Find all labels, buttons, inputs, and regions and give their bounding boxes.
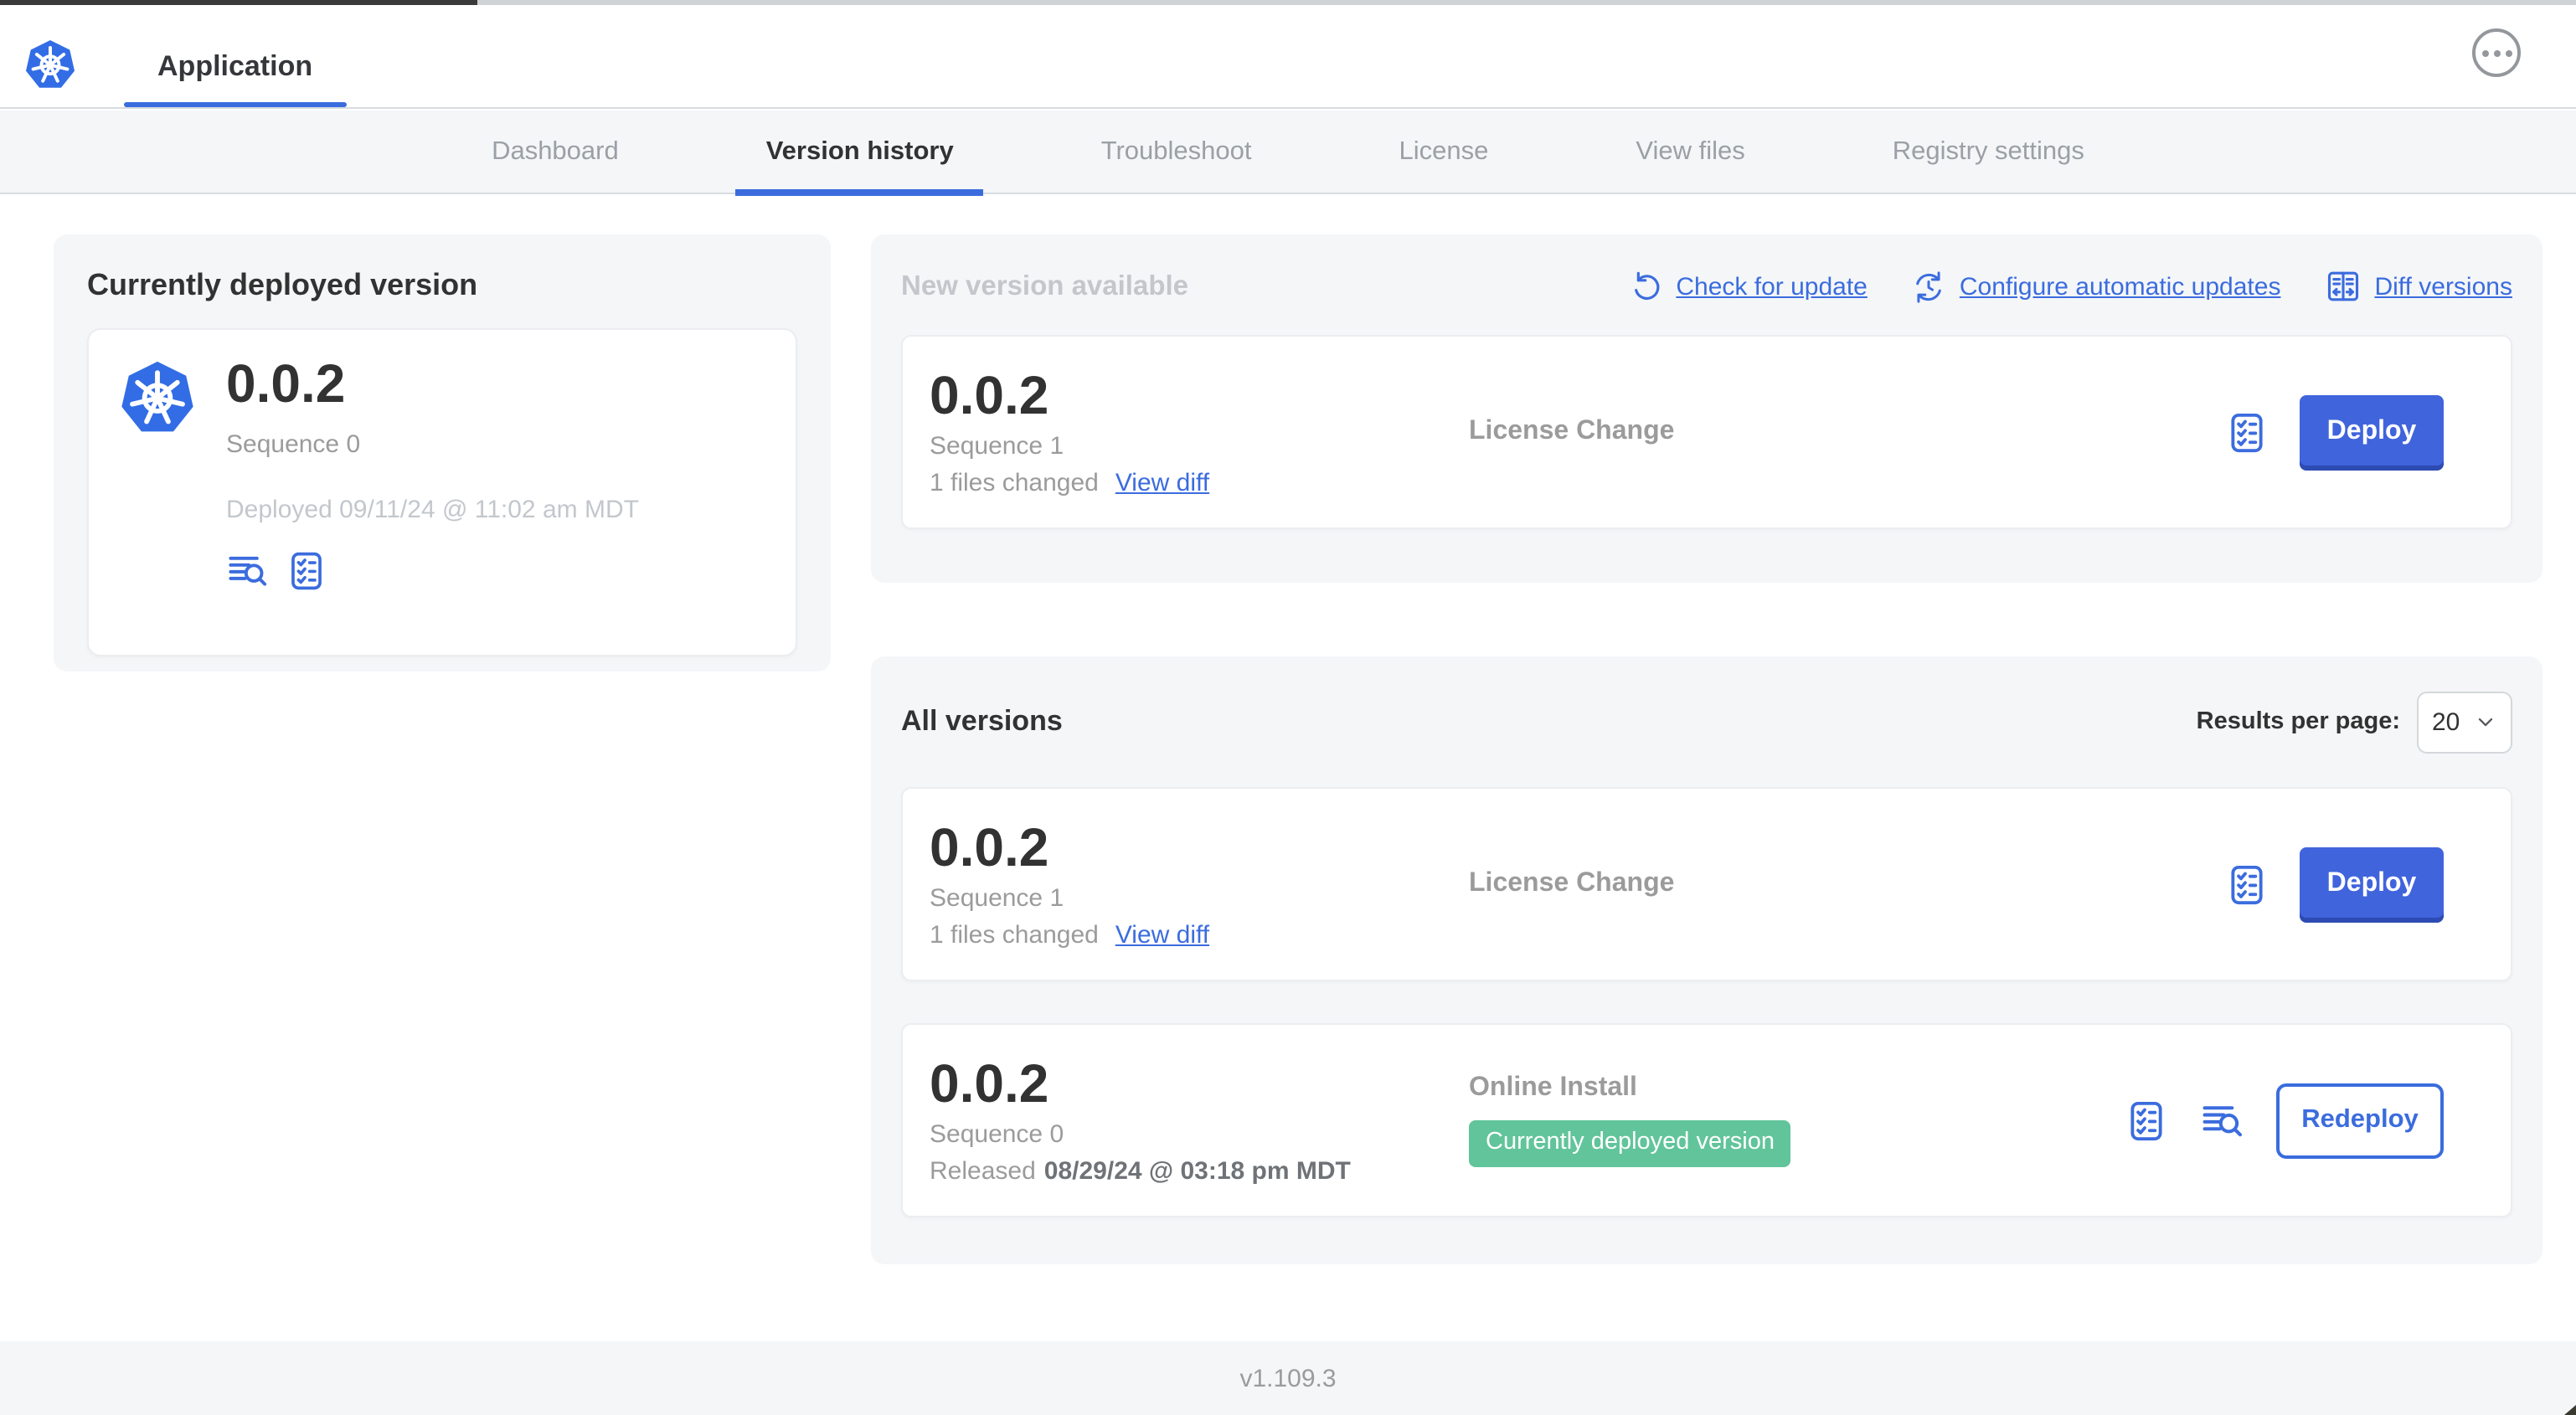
ellipsis-icon: [2493, 49, 2500, 56]
preflight-checklist-icon: [2124, 1098, 2169, 1143]
row-version: 0.0.2: [930, 365, 1049, 426]
view-logs-button[interactable]: [2199, 1098, 2246, 1143]
diff-versions-link[interactable]: Diff versions: [2324, 268, 2512, 305]
deploy-button[interactable]: Deploy: [2300, 394, 2444, 470]
diff-versions-label: Diff versions: [2374, 272, 2512, 301]
view-logs-icon: [226, 549, 270, 593]
deployed-sequence: Sequence 0: [226, 430, 361, 459]
ellipsis-icon: [2481, 49, 2488, 56]
row-version: 0.0.2: [930, 817, 1049, 878]
all-versions-panel: All versions Results per page: 20 0.0.2 …: [871, 656, 2543, 1264]
row-files-changed: 1 files changed: [930, 468, 1099, 497]
new-version-row: 0.0.2 Sequence 1 1 files changed View di…: [901, 335, 2512, 529]
preflight-checklist-icon: [2224, 409, 2269, 455]
preflight-checks-button[interactable]: [2124, 1098, 2169, 1143]
check-for-update-label: Check for update: [1676, 272, 1868, 301]
deployed-info: 0.0.2 Sequence 0 Deployed 09/11/24 @ 11:…: [226, 353, 639, 631]
currently-deployed-title: Currently deployed version: [87, 268, 478, 301]
row-sequence: Sequence 1: [930, 431, 1064, 461]
results-per-page-select[interactable]: 20: [2417, 691, 2512, 753]
version-row-sequence-0: 0.0.2 Sequence 0 Released 08/29/24 @ 03:…: [901, 1023, 2512, 1217]
row-source: Online Install: [1469, 1073, 1637, 1103]
version-row-sequence-1: 0.0.2 Sequence 1 1 files changed View di…: [901, 787, 2512, 981]
row-source: License Change: [1469, 417, 1675, 445]
app-tab-active-underline: [124, 102, 347, 107]
preflight-checks-button[interactable]: [2224, 409, 2269, 455]
app-title: Application: [157, 50, 313, 82]
diff-icon: [2324, 268, 2361, 305]
row-released-label: Released: [930, 1156, 1036, 1186]
deploy-button[interactable]: Deploy: [2300, 846, 2444, 922]
deployed-version: 0.0.2: [226, 353, 346, 414]
auto-update-icon: [1911, 269, 1946, 304]
preflight-checklist-icon: [285, 549, 328, 593]
configure-automatic-updates-link[interactable]: Configure automatic updates: [1911, 269, 2281, 304]
app-tab-application[interactable]: Application: [124, 5, 347, 107]
view-diff-link[interactable]: View diff: [1115, 468, 1209, 497]
check-for-update-link[interactable]: Check for update: [1629, 270, 1868, 303]
currently-deployed-badge: Currently deployed version: [1469, 1120, 1791, 1167]
tab-view-files[interactable]: View files: [1605, 111, 1775, 194]
new-version-title: New version available: [901, 270, 1189, 301]
chevron-down-icon: [2474, 710, 2497, 733]
tab-license[interactable]: License: [1369, 111, 1519, 194]
console-version: v1.109.3: [1239, 1364, 1337, 1392]
view-logs-icon: [2199, 1098, 2246, 1143]
row-version: 0.0.2: [930, 1053, 1049, 1114]
nav-tabs: Dashboard Version history Troubleshoot L…: [0, 111, 2576, 196]
page: Application Dashboard Version history Tr…: [0, 0, 2576, 1415]
row-sequence: Sequence 1: [930, 883, 1064, 913]
footer: v1.109.3: [0, 1341, 2576, 1415]
row-files-changed: 1 files changed: [930, 920, 1099, 949]
row-source: License Change: [1469, 869, 1675, 898]
preflight-checks-button[interactable]: [2224, 862, 2269, 907]
currently-deployed-panel: Currently deployed version 0.0.2 Sequenc…: [54, 234, 831, 671]
row-sequence: Sequence 0: [930, 1119, 1064, 1149]
preflight-checks-button[interactable]: [285, 549, 328, 593]
view-logs-button[interactable]: [226, 549, 270, 593]
row-released-date: 08/29/24 @ 03:18 pm MDT: [1043, 1156, 1351, 1186]
kubernetes-logo-icon: [22, 37, 79, 94]
refresh-icon: [1629, 270, 1662, 303]
currently-deployed-card: 0.0.2 Sequence 0 Deployed 09/11/24 @ 11:…: [87, 328, 797, 656]
results-per-page-label: Results per page:: [2196, 708, 2400, 735]
view-diff-link[interactable]: View diff: [1115, 920, 1209, 949]
kubernetes-app-icon: [116, 357, 199, 440]
ellipsis-icon: [2505, 49, 2512, 56]
kebab-menu-button[interactable]: [2472, 28, 2521, 77]
tab-dashboard[interactable]: Dashboard: [461, 111, 649, 194]
redeploy-button[interactable]: Redeploy: [2276, 1083, 2444, 1158]
app-header: Application: [0, 5, 2576, 109]
results-per-page-value: 20: [2432, 708, 2460, 736]
tab-version-history[interactable]: Version history: [735, 111, 984, 196]
new-version-panel: New version available Check for update C…: [871, 234, 2543, 583]
deployed-timestamp: Deployed 09/11/24 @ 11:02 am MDT: [226, 495, 639, 524]
preflight-checklist-icon: [2224, 862, 2269, 907]
tab-troubleshoot[interactable]: Troubleshoot: [1071, 111, 1282, 194]
tab-registry-settings[interactable]: Registry settings: [1862, 111, 2115, 194]
configure-automatic-updates-label: Configure automatic updates: [1959, 272, 2281, 301]
all-versions-title: All versions: [901, 705, 1063, 737]
